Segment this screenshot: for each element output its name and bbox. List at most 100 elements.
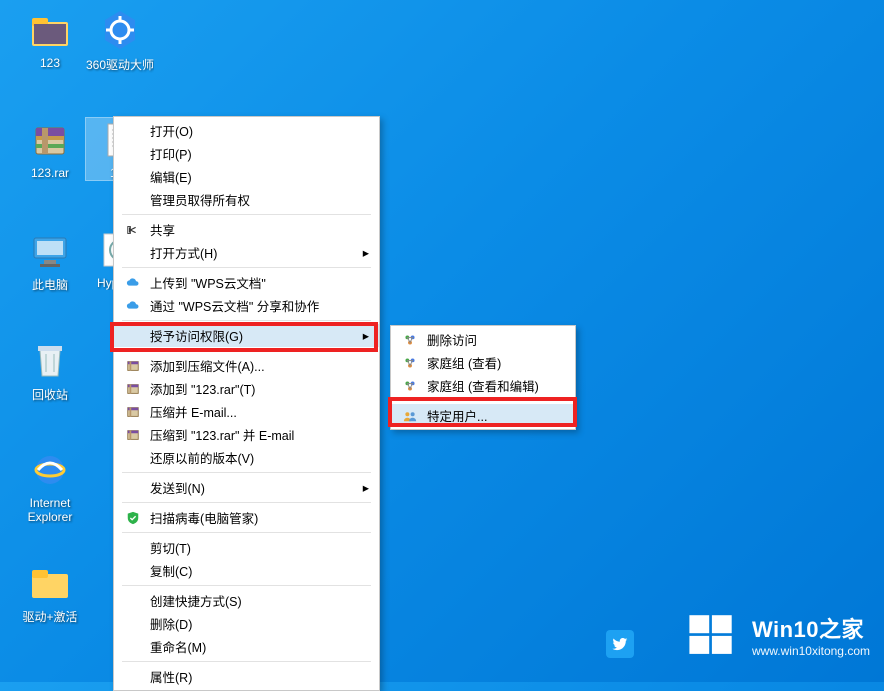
menu-item[interactable]: 属性(R) [114, 665, 379, 688]
context-submenu-access: 删除访问家庭组 (查看) 家庭组 (查看和编辑) 特定用户... [390, 325, 576, 430]
pc-icon [28, 228, 72, 272]
net-icon [399, 333, 421, 347]
menu-item-label: 通过 "WPS云文档" 分享和协作 [150, 296, 351, 315]
menu-item-label: 添加到压缩文件(A)... [150, 356, 351, 375]
menu-item-label: 添加到 "123.rar"(T) [150, 379, 351, 398]
menu-item[interactable]: 编辑(E) [114, 165, 379, 188]
cloud-icon [122, 299, 144, 313]
menu-separator [122, 267, 371, 268]
menu-item-label: 打开方式(H) [150, 243, 351, 262]
menu-item[interactable]: 添加到压缩文件(A)... [114, 354, 379, 377]
icon-label: 123 [16, 56, 84, 70]
menu-item[interactable]: 删除(D) [114, 612, 379, 635]
menu-item-label: 删除(D) [150, 614, 351, 633]
menu-item-label: 编辑(E) [150, 167, 351, 186]
menu-item[interactable]: 管理员取得所有权 [114, 188, 379, 211]
menu-separator [122, 585, 371, 586]
menu-item[interactable]: 打开(O) [114, 119, 379, 142]
watermark-title: Win10之家 [752, 612, 870, 644]
ie-icon [28, 448, 72, 492]
bin-icon [28, 338, 72, 382]
menu-separator [122, 320, 371, 321]
share-icon [122, 223, 144, 237]
menu-item[interactable]: 还原以前的版本(V) [114, 446, 379, 469]
menu-item[interactable]: 剪切(T) [114, 536, 379, 559]
menu-item-label: 家庭组 (查看) [427, 353, 547, 372]
menu-item[interactable]: 上传到 "WPS云文档" [114, 271, 379, 294]
menu-item-label: 家庭组 (查看和编辑) [427, 376, 547, 395]
menu-item[interactable]: 发送到(N) ▸ [114, 476, 379, 499]
menu-item[interactable]: 特定用户... [391, 404, 575, 427]
watermark-url: www.win10xitong.com [752, 644, 870, 658]
menu-separator [399, 400, 567, 401]
desktop-icon-driver-master[interactable]: 360驱动大师 [86, 8, 154, 73]
menu-item-label: 发送到(N) [150, 478, 351, 497]
menu-item-label: 压缩到 "123.rar" 并 E-mail [150, 425, 351, 444]
menu-item-label: 剪切(T) [150, 538, 351, 557]
menu-item-label: 特定用户... [427, 406, 547, 425]
context-menu: 打开(O) 打印(P) 编辑(E) 管理员取得所有权共享打开方式(H) ▸ 上传到 "WP… [113, 116, 380, 691]
rar-icon [122, 382, 144, 396]
menu-item-label: 打开(O) [150, 121, 351, 140]
desktop-icon-folder-123[interactable]: 123 [16, 8, 84, 70]
desktop-icon-internet-explorer[interactable]: InternetExplorer [16, 448, 84, 524]
menu-item-label: 扫描病毒(电脑管家) [150, 508, 351, 527]
menu-item[interactable]: 共享 [114, 218, 379, 241]
menu-item[interactable]: 压缩到 "123.rar" 并 E-mail [114, 423, 379, 446]
menu-item-label: 上传到 "WPS云文档" [150, 273, 351, 292]
windows-logo-icon [684, 608, 738, 662]
menu-separator [122, 502, 371, 503]
menu-item[interactable]: 创建快捷方式(S) [114, 589, 379, 612]
menu-item[interactable]: 家庭组 (查看和编辑) [391, 374, 575, 397]
menu-item-label: 重命名(M) [150, 637, 351, 656]
menu-item[interactable]: 压缩并 E-mail... [114, 400, 379, 423]
desktop-icon-recycle-bin[interactable]: 回收站 [16, 338, 84, 403]
menu-item[interactable]: 删除访问 [391, 328, 575, 351]
menu-item-label: 还原以前的版本(V) [150, 448, 351, 467]
menu-item-label: 打印(P) [150, 144, 351, 163]
menu-item[interactable]: 扫描病毒(电脑管家) [114, 506, 379, 529]
twitter-icon [606, 630, 634, 658]
rar-icon [28, 118, 72, 162]
menu-separator [122, 350, 371, 351]
submenu-arrow-icon: ▸ [363, 245, 369, 260]
menu-item-label: 共享 [150, 220, 351, 239]
menu-separator [122, 472, 371, 473]
users-icon [399, 409, 421, 423]
cloud-icon [122, 276, 144, 290]
watermark: Win10之家 www.win10xitong.com [684, 608, 870, 662]
menu-item-label: 压缩并 E-mail... [150, 402, 351, 421]
menu-item[interactable]: 家庭组 (查看) [391, 351, 575, 374]
menu-item-label: 授予访问权限(G) [150, 326, 351, 345]
shield-icon [122, 511, 144, 525]
menu-item[interactable]: 授予访问权限(G) ▸ [114, 324, 379, 347]
menu-item[interactable]: 打印(P) [114, 142, 379, 165]
folder-icon [28, 560, 72, 604]
menu-separator [122, 532, 371, 533]
menu-item[interactable]: 添加到 "123.rar"(T) [114, 377, 379, 400]
menu-item-label: 管理员取得所有权 [150, 190, 351, 209]
submenu-arrow-icon: ▸ [363, 328, 369, 343]
menu-item-label: 复制(C) [150, 561, 351, 580]
gear-icon [98, 8, 142, 52]
desktop-icon-this-pc[interactable]: 此电脑 [16, 228, 84, 293]
menu-separator [122, 214, 371, 215]
icon-label: 回收站 [16, 386, 84, 403]
menu-item-label: 创建快捷方式(S) [150, 591, 351, 610]
desktop-icon-driver-activate[interactable]: 驱动+激活 [16, 560, 84, 625]
icon-label: Internet [16, 496, 84, 510]
submenu-arrow-icon: ▸ [363, 480, 369, 495]
menu-item[interactable]: 重命名(M) [114, 635, 379, 658]
net-icon [399, 379, 421, 393]
menu-item[interactable]: 打开方式(H) ▸ [114, 241, 379, 264]
menu-item[interactable]: 通过 "WPS云文档" 分享和协作 [114, 294, 379, 317]
menu-separator [122, 661, 371, 662]
icon-label: 此电脑 [16, 276, 84, 293]
menu-item[interactable]: 复制(C) [114, 559, 379, 582]
menu-item-label: 删除访问 [427, 330, 547, 349]
desktop-icon-rar-123[interactable]: 123.rar [16, 118, 84, 180]
icon-label: 驱动+激活 [16, 608, 84, 625]
rar-icon [122, 428, 144, 442]
icon-label: 360驱动大师 [86, 56, 154, 73]
rar-icon [122, 359, 144, 373]
